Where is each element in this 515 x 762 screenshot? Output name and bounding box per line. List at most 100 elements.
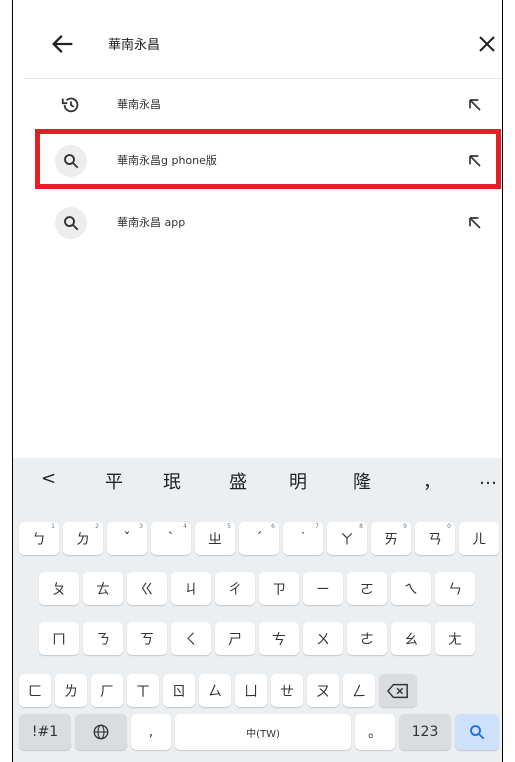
key-label: ㄚ	[340, 531, 354, 548]
search-icon	[55, 207, 87, 239]
key-numbers[interactable]: 123	[399, 714, 451, 750]
key-number-hint: 8	[359, 523, 363, 530]
key-label: ㄍ	[140, 581, 154, 598]
key-zhuyin[interactable]: ㄉ2	[63, 522, 103, 555]
key-symbols[interactable]: !#1	[19, 714, 71, 750]
key-number-hint: 3	[139, 523, 143, 530]
key-label: ㄜ	[360, 631, 374, 648]
fill-query-arrow-icon[interactable]	[465, 95, 485, 115]
key-zhuyin[interactable]: ㄢ0	[415, 522, 455, 555]
key-zhuyin[interactable]: ㄇ	[39, 622, 79, 655]
key-label: ㄦ	[472, 531, 486, 548]
key-space[interactable]: 中(TW)	[175, 714, 351, 750]
key-zhuyin[interactable]: ˙ 7	[283, 522, 323, 555]
key-label: ㄖ	[172, 683, 186, 700]
key-zhuyin[interactable]: ㄦ	[459, 522, 499, 555]
key-zhuyin[interactable]: ㄤ	[435, 622, 475, 655]
key-zhuyin[interactable]: ㄕ	[215, 622, 255, 655]
key-zhuyin[interactable]: ㄠ	[391, 622, 431, 655]
key-label: ㄡ	[316, 683, 330, 700]
search-bar: 華南永昌	[13, 14, 502, 76]
key-label: ㄘ	[272, 631, 286, 648]
key-label: ㄤ	[448, 631, 462, 648]
key-zhuyin[interactable]: ㄒ	[127, 674, 159, 707]
key-zhuyin[interactable]: ㄅ1	[19, 522, 59, 555]
suggestion-text: 華南永昌 app	[117, 216, 186, 229]
key-label: ㄨ	[316, 631, 330, 648]
search-input[interactable]: 華南永昌	[108, 34, 160, 53]
key-zhuyin[interactable]: ˇ3	[107, 522, 147, 555]
key-zhuyin[interactable]: ㄍ	[127, 572, 167, 605]
suggestion-item[interactable]: 華南永昌 app	[13, 198, 502, 248]
key-zhuyin[interactable]: ㄞ9	[371, 522, 411, 555]
key-zhuyin[interactable]: ㄣ	[435, 572, 475, 605]
key-number-hint: 4	[183, 523, 187, 530]
key-label: ㄢ	[428, 531, 442, 548]
key-backspace[interactable]	[379, 674, 417, 707]
highlight-box	[35, 129, 501, 189]
key-zhuyin[interactable]: ㄝ	[271, 674, 303, 707]
close-icon[interactable]	[475, 32, 499, 56]
key-label: ㄐ	[184, 581, 198, 598]
back-arrow-icon[interactable]	[49, 30, 77, 58]
suggestion-item[interactable]: 華南永昌	[13, 80, 502, 130]
key-zhuyin[interactable]: ㄚ8	[327, 522, 367, 555]
key-zhuyin[interactable]: ㄏ	[91, 674, 123, 707]
key-zhuyin[interactable]: ㄈ	[19, 674, 51, 707]
key-label: ㄠ	[404, 631, 418, 648]
key-zhuyin[interactable]: ㄑ	[171, 622, 211, 655]
key-zhuyin[interactable]: ㄜ	[347, 622, 387, 655]
key-label: ㄒ	[136, 683, 150, 700]
key-zhuyin[interactable]: ㄊ	[83, 572, 123, 605]
key-search[interactable]	[455, 714, 499, 750]
key-globe[interactable]	[75, 714, 127, 750]
key-label: ㄈ	[28, 683, 42, 700]
key-zhuyin[interactable]: ㄩ	[235, 674, 267, 707]
key-label: ˋ	[167, 530, 175, 547]
key-zhuyin[interactable]: ㄟ	[391, 572, 431, 605]
candidate-more[interactable]: …	[479, 468, 497, 489]
candidate-bar: < 平 珉 盛 明 隆 ， …	[13, 458, 502, 502]
key-label: ㄌ	[64, 683, 78, 700]
search-icon	[470, 725, 485, 740]
key-zhuyin[interactable]: ㄐ	[171, 572, 211, 605]
suggestion-text: 華南永昌	[117, 98, 161, 111]
key-label: ㄕ	[228, 631, 242, 648]
candidate-back[interactable]: <	[41, 468, 56, 489]
key-label: ˇ	[123, 530, 131, 547]
key-zhuyin[interactable]: ㄆ	[39, 572, 79, 605]
key-zhuyin[interactable]: ˊ6	[239, 522, 279, 555]
key-zhuyin[interactable]: ㄥ	[343, 674, 375, 707]
key-label: ㄆ	[52, 581, 66, 598]
key-zhuyin[interactable]: ㄖ	[163, 674, 195, 707]
key-zhuyin[interactable]: ˋ4	[151, 522, 191, 555]
key-label: ㄛ	[360, 581, 374, 598]
key-number-hint: 5	[227, 523, 231, 530]
candidate-word[interactable]: 盛	[229, 468, 247, 494]
key-zhuyin[interactable]: ㄨ	[303, 622, 343, 655]
key-zhuyin[interactable]: ㄛ	[347, 572, 387, 605]
key-label: ㄉ	[76, 531, 90, 548]
candidate-word[interactable]: 明	[289, 468, 307, 494]
key-zhuyin[interactable]: ㄋ	[83, 622, 123, 655]
key-zhuyin[interactable]: ㄘ	[259, 622, 299, 655]
key-period[interactable]: 。	[355, 714, 395, 750]
candidate-word[interactable]: 珉	[163, 468, 181, 494]
key-number-hint: 2	[95, 523, 99, 530]
key-zhuyin[interactable]: ㄓ5	[195, 522, 235, 555]
candidate-word[interactable]: ，	[423, 468, 441, 494]
key-comma[interactable]: ,	[131, 714, 171, 750]
key-zhuyin[interactable]: ㄧ	[303, 572, 343, 605]
key-zhuyin[interactable]: ㄙ	[199, 674, 231, 707]
fill-query-arrow-icon[interactable]	[465, 213, 485, 233]
key-zhuyin[interactable]: ㄗ	[259, 572, 299, 605]
key-zhuyin[interactable]: ㄡ	[307, 674, 339, 707]
search-divider	[24, 78, 502, 79]
key-zhuyin[interactable]: ㄎ	[127, 622, 167, 655]
candidate-word[interactable]: 平	[105, 468, 123, 494]
key-zhuyin[interactable]: ㄌ	[55, 674, 87, 707]
key-label: ㄗ	[272, 581, 286, 598]
key-label: ㄝ	[280, 683, 294, 700]
key-zhuyin[interactable]: ㄔ	[215, 572, 255, 605]
candidate-word[interactable]: 隆	[353, 468, 371, 494]
